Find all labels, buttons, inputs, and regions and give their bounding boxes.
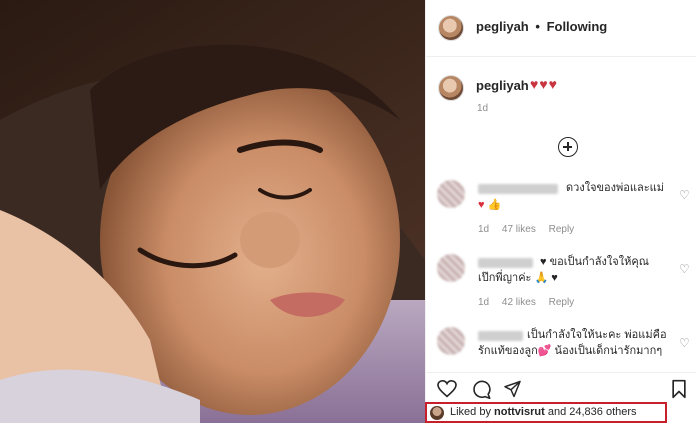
liked-by-user[interactable]: nottvisrut — [494, 406, 545, 418]
comment-avatar[interactable] — [437, 327, 465, 355]
comment-like-heart-icon[interactable]: ♡ — [679, 336, 690, 350]
comment-username-blurred[interactable] — [478, 331, 523, 341]
comment-text-line2: รักแท้ของลูก💕 น้องเป็นเด็กน่ารักมากๆ — [478, 345, 663, 357]
comment-text: ♥ ขอเป็นกำลังใจให้คุณ — [540, 254, 649, 270]
comment-text-line1: ♥ ขอเป็นกำลังใจให้คุณ — [540, 256, 649, 268]
post-side-panel — [425, 0, 696, 423]
bookmark-icon[interactable] — [671, 379, 687, 399]
following-button[interactable]: Following — [547, 19, 608, 34]
comment-icon[interactable] — [471, 380, 491, 399]
liked-by-prefix: Liked by — [450, 406, 491, 418]
post-author-username[interactable]: pegliyah — [476, 19, 529, 34]
load-more-comments-icon[interactable] — [558, 137, 578, 157]
comment-username-blurred[interactable] — [478, 184, 558, 194]
post-photo — [0, 0, 425, 423]
comment-time: 1d — [478, 297, 490, 308]
comment-meta: 1d 47 likes Reply — [478, 224, 584, 235]
comment-meta: 1d 42 likes Reply — [478, 297, 584, 308]
heart-outline-icon[interactable] — [437, 380, 457, 398]
comment-text-line2: เป๊กพี่ญาค่ะ 🙏 ♥ — [478, 272, 558, 284]
comment-likes[interactable]: 42 likes — [502, 297, 536, 308]
comment-likes[interactable]: 47 likes — [502, 224, 536, 235]
liker-avatar[interactable] — [430, 406, 444, 420]
comment-emoji: ♥ 👍 — [478, 199, 502, 211]
comment-username-blurred[interactable] — [478, 258, 533, 268]
comment-text: ดวงใจของพ่อและแม่ — [566, 182, 664, 194]
header-separator: • — [535, 19, 540, 34]
comment-avatar[interactable] — [437, 180, 465, 208]
action-divider — [425, 372, 696, 373]
comment-like-heart-icon[interactable]: ♡ — [679, 188, 690, 202]
caption-timestamp: 1d — [477, 103, 489, 114]
comment-reply-button[interactable]: Reply — [549, 224, 575, 235]
comment-avatar[interactable] — [437, 254, 465, 282]
header-divider — [425, 56, 696, 57]
comment-time: 1d — [478, 224, 490, 235]
post-author-avatar[interactable] — [438, 15, 464, 41]
caption-hearts: ♥♥♥ — [530, 76, 558, 92]
caption-username[interactable]: pegliyah — [476, 78, 529, 93]
post-header: pegliyah • Following — [476, 19, 607, 34]
comment-like-heart-icon[interactable]: ♡ — [679, 262, 690, 276]
share-icon[interactable] — [503, 380, 522, 398]
caption-author-avatar[interactable] — [438, 75, 464, 101]
liked-by-text: Liked by nottvisrut and 24,836 others — [450, 406, 637, 418]
liked-by-suffix[interactable]: and 24,836 others — [548, 406, 637, 418]
comment-reply-button[interactable]: Reply — [549, 297, 575, 308]
comment-text: เป็นกำลังใจให้นะคะ พ่อแม่คือ — [527, 329, 667, 341]
